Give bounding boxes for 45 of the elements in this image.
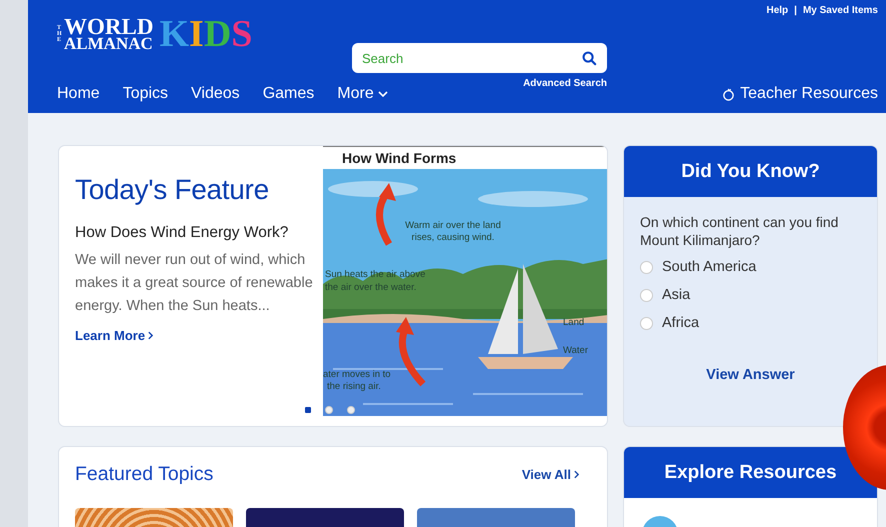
diagram-label: rises, causing wind. (412, 232, 494, 243)
trivia-question: On which continent can you find Mount Kilimanjaro? (640, 213, 840, 249)
logo-text: KIDS (159, 15, 252, 53)
logo-text: WORLD (64, 17, 154, 37)
view-all-link[interactable]: View All (522, 467, 579, 482)
article-title: How Does Wind Energy Work? (75, 224, 290, 242)
advanced-search-link[interactable]: Advanced Search (523, 78, 607, 89)
option-label[interactable]: Africa (662, 315, 700, 331)
chevron-down-icon (378, 91, 388, 97)
logo-text: ALMANAC (64, 36, 154, 51)
search-icon[interactable] (582, 51, 597, 66)
radio-button[interactable] (640, 260, 653, 274)
arrow-up (396, 317, 426, 386)
separator: | (794, 5, 797, 16)
nav-link[interactable]: Home (57, 85, 100, 103)
radio-button[interactable] (640, 316, 653, 330)
view-answer-link[interactable]: View Answer (706, 367, 795, 383)
nav-link[interactable]: Videos (191, 85, 240, 103)
nav-menu[interactable]: More (337, 85, 388, 103)
card-title: Did You Know? (624, 146, 877, 197)
arrow-up (376, 183, 396, 246)
diagram-label: Land (563, 317, 584, 328)
slide-indicator[interactable] (305, 407, 311, 413)
apple-icon (722, 88, 736, 100)
diagram-label: ater moves in to (323, 369, 391, 380)
diagram-label: the rising air. (327, 381, 381, 392)
diagram-label: the air over the water. (325, 282, 416, 293)
nav-link[interactable]: Topics (122, 85, 168, 103)
diagram-label: Warm air over the land (405, 220, 501, 231)
learn-more-link[interactable]: Learn More (75, 328, 154, 343)
chevron-right-icon (148, 331, 154, 340)
feature-heading: Today's Feature (75, 174, 270, 206)
option-label[interactable]: Asia (662, 287, 690, 303)
illustration-caption: How Wind Forms (341, 149, 458, 168)
nav-link[interactable]: Games (262, 85, 314, 103)
article-summary: We will never run out of wind, which makes it a great source of renewable energy. When the Sun heats... (75, 251, 314, 316)
search-field[interactable]: Search (352, 43, 607, 73)
teacher-resources-link[interactable]: Teacher Resources (740, 85, 878, 103)
diagram-label: Water (563, 345, 588, 356)
section-heading: Featured Topics (75, 463, 214, 486)
header-link[interactable]: Help (766, 5, 788, 16)
header-link[interactable]: My Saved Items (802, 5, 878, 16)
radio-button[interactable] (640, 288, 653, 302)
chevron-right-icon (574, 470, 579, 479)
option-label[interactable]: South America (662, 259, 756, 275)
